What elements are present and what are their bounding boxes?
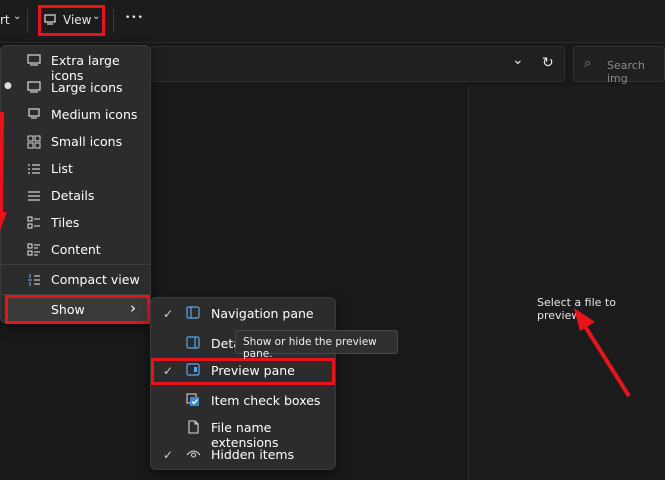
annotation-arrows: [0, 112, 631, 398]
left-arrow-icon: [0, 112, 7, 230]
preview-arrow-shaft: [579, 318, 631, 398]
preview-arrow-head-icon: [574, 308, 595, 331]
